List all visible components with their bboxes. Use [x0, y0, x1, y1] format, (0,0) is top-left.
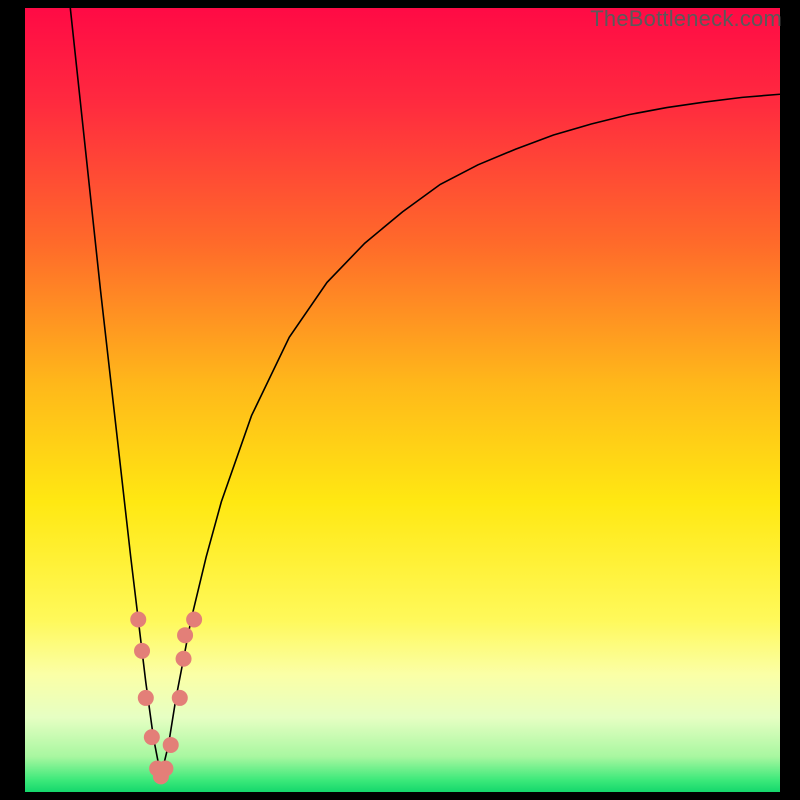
chart-svg	[25, 8, 780, 792]
trough-dot	[157, 760, 173, 776]
trough-dot	[138, 690, 154, 706]
trough-dot	[172, 690, 188, 706]
trough-dot	[144, 729, 160, 745]
plot-area	[25, 8, 780, 792]
trough-dot	[134, 643, 150, 659]
trough-dot	[177, 627, 193, 643]
trough-dot	[176, 651, 192, 667]
chart-frame: TheBottleneck.com	[0, 0, 800, 800]
gradient-background	[25, 8, 780, 792]
trough-dot	[186, 612, 202, 628]
watermark-text: TheBottleneck.com	[590, 6, 782, 32]
trough-dot	[130, 612, 146, 628]
trough-dot	[163, 737, 179, 753]
